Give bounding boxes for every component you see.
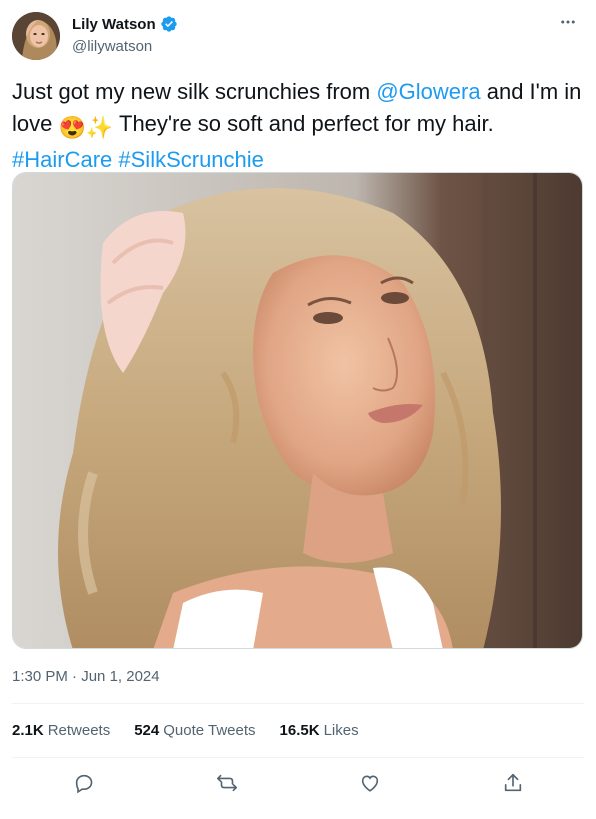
heart-eyes-emoji-icon: 😍 — [58, 115, 86, 140]
retweet-icon[interactable] — [210, 766, 244, 800]
verified-badge-icon — [160, 15, 178, 33]
author-handle[interactable]: @lilywatson — [72, 38, 152, 55]
tweet-text-part: Just got my new silk scrunchies from — [12, 79, 377, 104]
meta-separator: · — [67, 668, 82, 685]
quote-tweets-label: Quote Tweets — [163, 722, 256, 739]
hashtag-link[interactable]: #HairCare — [12, 147, 112, 172]
quote-tweets-count: 524 — [134, 722, 160, 739]
tweet-card: Lily Watson @lilywatson Just got my new … — [0, 0, 596, 819]
tweet-photo[interactable] — [12, 172, 583, 649]
likes-stat[interactable]: 16.5K Likes — [280, 722, 359, 739]
divider — [12, 757, 584, 758]
quote-tweets-stat[interactable]: 524 Quote Tweets — [134, 722, 255, 739]
divider — [12, 703, 584, 704]
tweet-stats: 2.1K Retweets 524 Quote Tweets 16.5K Likes — [12, 722, 359, 739]
likes-count: 16.5K — [279, 722, 320, 739]
author-name[interactable]: Lily Watson — [72, 16, 156, 33]
tweet-timestamp[interactable]: 1:30 PM · Jun 1, 2024 — [12, 668, 160, 685]
reply-icon[interactable] — [67, 766, 101, 800]
like-icon[interactable] — [353, 766, 387, 800]
sparkles-emoji-icon: ✨ — [85, 115, 114, 140]
more-options-icon[interactable] — [556, 10, 580, 34]
avatar[interactable] — [12, 12, 60, 60]
likes-label: Likes — [323, 722, 359, 739]
retweets-label: Retweets — [47, 722, 111, 739]
hashtag-link[interactable]: #SilkScrunchie — [118, 147, 264, 172]
tweet-text: Just got my new silk scrunchies from @Gl… — [12, 76, 584, 176]
mention-link[interactable]: @Glowera — [376, 79, 480, 104]
author-name-row: Lily Watson — [72, 15, 178, 33]
tweet-date: Jun 1, 2024 — [81, 668, 160, 685]
share-icon[interactable] — [496, 766, 530, 800]
tweet-time: 1:30 PM — [12, 668, 68, 685]
retweets-stat[interactable]: 2.1K Retweets — [12, 722, 110, 739]
tweet-text-part: They're so soft and perfect for my hair. — [113, 111, 494, 136]
retweets-count: 2.1K — [12, 722, 44, 739]
tweet-actions — [12, 762, 584, 804]
